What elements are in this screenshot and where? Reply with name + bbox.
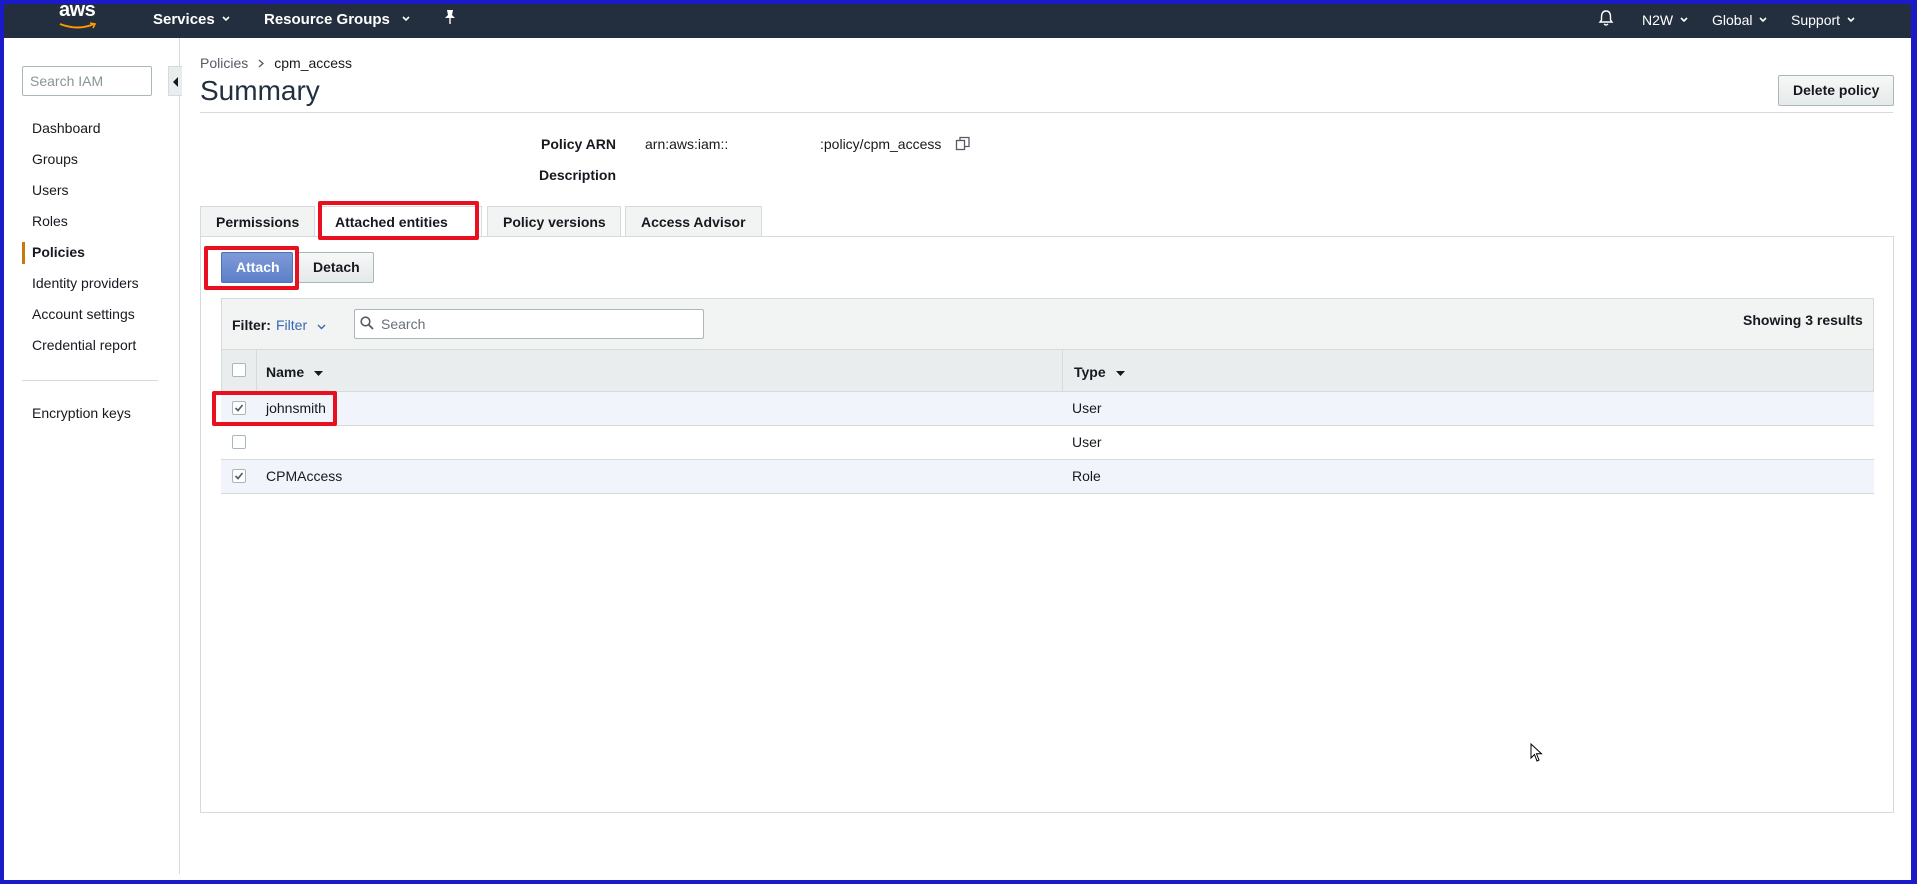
filter-label: Filter: <box>232 317 271 333</box>
policy-arn-suffix: :policy/cpm_access <box>820 136 942 152</box>
chevron-left-icon <box>173 77 178 87</box>
chevron-down-icon <box>402 0 410 36</box>
mouse-cursor-icon <box>1530 742 1544 766</box>
sidebar-item-roles[interactable]: Roles <box>32 213 68 229</box>
policy-arn-prefix: arn:aws:iam:: <box>645 136 729 152</box>
search-icon <box>360 316 374 333</box>
policy-arn-label: Policy ARN <box>541 136 616 152</box>
sort-down-icon <box>1115 364 1125 380</box>
row-checkbox[interactable] <box>232 401 246 415</box>
results-count: Showing 3 results <box>1743 312 1863 328</box>
tab-permissions[interactable]: Permissions <box>200 206 315 237</box>
entity-type: User <box>1072 400 1102 416</box>
breadcrumb: Policies cpm_access <box>200 55 352 71</box>
notifications-bell-icon[interactable] <box>1598 9 1614 29</box>
region-menu-label: Global <box>1712 12 1753 28</box>
chevron-right-icon <box>258 55 265 71</box>
column-header-type[interactable]: Type <box>1074 364 1125 380</box>
tab-access-advisor[interactable]: Access Advisor <box>625 206 762 237</box>
column-header-type-label: Type <box>1074 364 1106 380</box>
column-header-name[interactable]: Name <box>266 364 324 380</box>
table-row[interactable] <box>221 426 1874 460</box>
entity-type: User <box>1072 434 1102 450</box>
account-menu-label: N2W <box>1642 12 1674 28</box>
aws-logo[interactable]: aws <box>57 0 101 32</box>
sidebar-item-groups[interactable]: Groups <box>32 151 78 167</box>
checkmark-icon <box>234 472 244 480</box>
select-all-checkbox[interactable] <box>232 363 246 377</box>
delete-policy-button[interactable]: Delete policy <box>1778 75 1895 106</box>
attach-button[interactable]: Attach <box>221 252 293 283</box>
search-iam-input[interactable] <box>22 66 152 96</box>
aws-logo-text: aws <box>59 0 96 21</box>
copy-icon[interactable] <box>955 136 971 155</box>
aws-smile-icon <box>59 22 97 29</box>
column-divider <box>1062 350 1063 392</box>
sidebar-item-policies[interactable]: Policies <box>32 244 85 260</box>
iam-sidebar <box>0 38 180 874</box>
description-label: Description <box>538 167 616 183</box>
region-menu[interactable]: Global <box>1712 0 1768 38</box>
sidebar-item-encryption-keys[interactable]: Encryption keys <box>32 405 131 421</box>
breadcrumb-policies-link[interactable]: Policies <box>200 55 248 71</box>
sidebar-divider <box>22 380 158 381</box>
collapse-sidebar-button[interactable] <box>168 66 182 96</box>
table-search-input[interactable] <box>354 309 704 339</box>
detach-button[interactable]: Detach <box>298 252 374 283</box>
pin-icon[interactable] <box>443 9 457 29</box>
breadcrumb-current: cpm_access <box>274 55 353 71</box>
page-title: Summary <box>200 75 320 106</box>
account-menu[interactable]: N2W <box>1642 0 1688 38</box>
sidebar-item-identity-providers[interactable]: Identity providers <box>32 275 139 291</box>
checkmark-icon <box>234 404 244 412</box>
resource-groups-menu-label: Resource Groups <box>264 11 390 28</box>
filter-dropdown-label: Filter <box>276 317 308 333</box>
chevron-down-icon <box>1680 0 1688 36</box>
entity-name[interactable]: johnsmith <box>266 400 326 416</box>
sidebar-item-credential-report[interactable]: Credential report <box>32 337 136 353</box>
sidebar-item-dashboard[interactable]: Dashboard <box>32 120 101 136</box>
chevron-down-icon <box>222 0 230 36</box>
row-checkbox[interactable] <box>232 435 246 449</box>
chevron-down-icon <box>317 317 326 333</box>
table-row[interactable] <box>221 460 1874 494</box>
sort-down-icon <box>314 364 324 380</box>
filter-dropdown[interactable]: Filter <box>276 317 326 333</box>
services-menu[interactable]: Services <box>153 0 230 38</box>
sidebar-item-users[interactable]: Users <box>32 182 69 198</box>
column-divider <box>256 350 257 392</box>
support-menu-label: Support <box>1791 12 1841 28</box>
entity-name[interactable]: CPMAccess <box>266 468 342 484</box>
title-divider <box>200 112 1893 113</box>
row-checkbox[interactable] <box>232 469 246 483</box>
chevron-down-icon <box>1759 0 1768 36</box>
services-menu-label: Services <box>153 11 215 28</box>
chevron-down-icon <box>1847 0 1855 36</box>
resource-groups-menu[interactable]: Resource Groups <box>264 0 410 38</box>
table-header <box>221 350 1874 392</box>
sidebar-item-account-settings[interactable]: Account settings <box>32 306 135 322</box>
entity-type: Role <box>1072 468 1101 484</box>
active-nav-indicator <box>22 242 25 264</box>
tab-attached-entities[interactable]: Attached entities <box>319 206 482 238</box>
table-row[interactable] <box>221 392 1874 426</box>
support-menu[interactable]: Support <box>1791 0 1855 38</box>
tab-policy-versions[interactable]: Policy versions <box>487 206 621 237</box>
column-header-name-label: Name <box>266 364 305 380</box>
top-navigation-bar: aws Services Resource Groups N2W Global … <box>0 0 1917 38</box>
